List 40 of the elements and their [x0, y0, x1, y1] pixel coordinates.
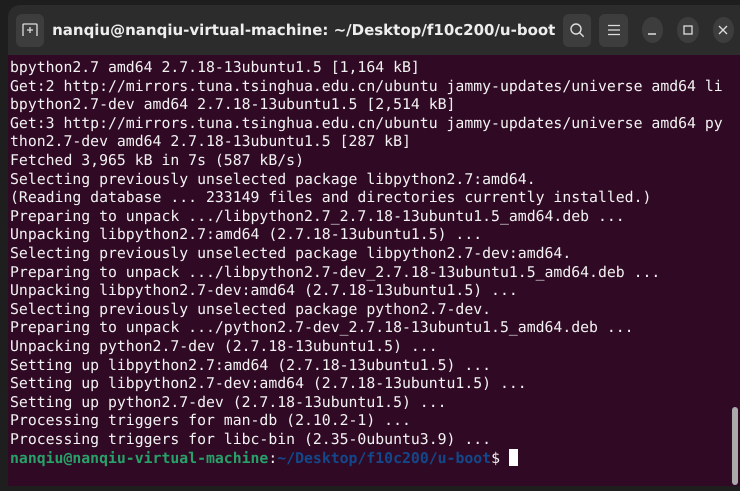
- terminal-line: Get:3 http://mirrors.tuna.tsinghua.edu.cn/ubuntu jammy-updates/universe amd64 py: [10, 114, 724, 134]
- search-icon: [569, 22, 586, 38]
- terminal-line: Processing triggers for libc-bin (2.35-0ubuntu3.9) ...: [10, 430, 492, 450]
- menu-button[interactable]: [599, 14, 628, 46]
- minimize-button[interactable]: [642, 17, 664, 43]
- terminal-line: Setting up libpython2.7:amd64 (2.7.18-13ubuntu1.5) ...: [10, 356, 492, 376]
- terminal-line: Unpacking libpython2.7-dev:amd64 (2.7.18-13ubuntu1.5) ...: [10, 282, 519, 301]
- text-cursor: [509, 449, 518, 466]
- search-button[interactable]: [563, 14, 592, 46]
- prompt-user-host: nanqiu@nanqiu-virtual-machine: [10, 450, 268, 468]
- terminal-line: Setting up libpython2.7-dev:amd64 (2.7.18-13ubuntu1.5) ...: [10, 375, 528, 394]
- prompt-path: ~/Desktop/f10c200/u-boot: [277, 450, 492, 468]
- terminal-line: Preparing to unpack .../libpython2.7-dev_2.7.18-13ubuntu1.5_amd64.deb ...: [10, 264, 662, 282]
- terminal-line: Unpacking python2.7-dev (2.7.18-13ubuntu1.5) ...: [10, 338, 439, 356]
- terminal-line: Selecting previously unselected package python2.7-dev.: [10, 300, 492, 320]
- terminal-line: bpython2.7 amd64 2.7.18-13ubuntu1.5 [1,164 kB]: [10, 59, 421, 78]
- maximize-button[interactable]: [677, 17, 699, 43]
- terminal-line: (Reading database ... 233149 files and directories currently installed.): [10, 189, 652, 208]
- terminal-line: thon2.7-dev amd64 2.7.18-13ubuntu1.5 [287 kB]: [10, 133, 412, 152]
- terminal-line: Processing triggers for man-db (2.10.2-1) ...: [10, 412, 412, 431]
- terminal-line: Unpacking libpython2.7:amd64 (2.7.18-13ubuntu1.5) ...: [10, 226, 484, 245]
- minimize-icon: [647, 33, 658, 35]
- close-button[interactable]: [712, 17, 734, 43]
- terminal-line: bpython2.7-dev amd64 2.7.18-13ubuntu1.5 [2,514 kB]: [10, 96, 456, 115]
- new-tab-button[interactable]: [16, 14, 44, 46]
- terminal-line: Setting up python2.7-dev (2.7.18-13ubuntu1.5) ...: [10, 394, 448, 412]
- prompt-symbol: $: [491, 450, 500, 468]
- terminal-line: Preparing to unpack .../python2.7-dev_2.7.18-13ubuntu1.5_amd64.deb ...: [10, 319, 635, 338]
- terminal-line: Selecting previously unselected package libpython2.7-dev:amd64.: [10, 244, 572, 264]
- prompt-separator: :: [268, 450, 278, 468]
- terminal-line: Fetched 3,965 kB in 7s (587 kB/s): [10, 152, 305, 171]
- terminal-line: Selecting previously unselected package libpython2.7:amd64.: [10, 170, 537, 190]
- maximize-icon: [682, 25, 693, 35]
- new-tab-icon: [22, 23, 38, 37]
- window-title: nanqiu@nanqiu-virtual-machine: ~/Desktop/f10c200/u-boot: [52, 21, 556, 39]
- menu-icon: [606, 24, 620, 36]
- scrollbar-thumb[interactable]: [732, 407, 738, 485]
- close-icon: [718, 25, 728, 35]
- terminal-line: Get:2 http://mirrors.tuna.tsinghua.edu.cn/ubuntu jammy-updates/universe amd64 li: [10, 78, 724, 96]
- terminal-line: Preparing to unpack .../libpython2.7_2.7.18-13ubuntu1.5_amd64.deb ...: [10, 208, 626, 226]
